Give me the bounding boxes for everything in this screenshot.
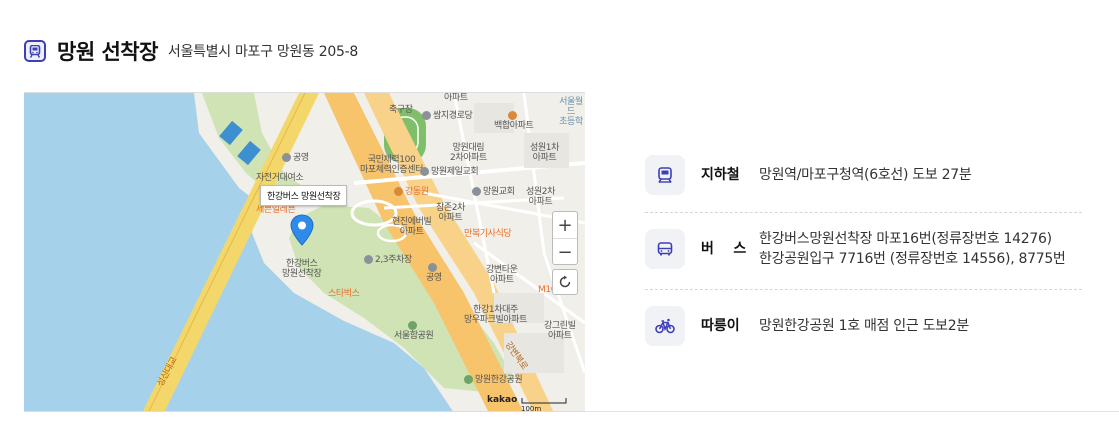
map-label: 성원2차 아파트 <box>526 187 555 207</box>
map-label: 서울함공원 <box>394 321 434 341</box>
address-text: 서울특별시 마포구 망원동 205-8 <box>167 44 358 60</box>
map-label: 한강1차대주 망우파크빌아파트 <box>464 305 528 325</box>
map-label: 한강버스 망원선착장 <box>282 259 322 279</box>
map-label: 망원한강공원 <box>464 375 523 385</box>
transport-label: 따릉이 <box>701 318 740 334</box>
map-label: 축구장 <box>389 105 413 115</box>
map-label: 서울월드 초등학 <box>559 97 583 127</box>
map-scale: 100m <box>521 397 585 412</box>
map-label: 만복기사식당 <box>464 229 512 239</box>
map-label: 강그린빌 아파트 <box>544 321 576 341</box>
map-label: 쌈지경로당 <box>422 111 473 121</box>
parking-icon <box>364 255 373 264</box>
map-label: 공영 <box>282 153 309 163</box>
transport-line: 망원한강공원 1호 매점 인근 도보2분 <box>759 318 969 334</box>
map-marker-icon[interactable] <box>290 214 314 250</box>
zoom-in-button[interactable]: + <box>553 212 577 238</box>
transport-value: 망원한강공원 1호 매점 인근 도보2분 <box>759 316 969 336</box>
map-label: 현진에버빌 아파트 <box>392 217 432 237</box>
park-icon <box>408 321 418 330</box>
page-title: 망원 선착장 <box>57 40 158 64</box>
transport-line: 한강공원입구 7716번 (정류장번호 14556), 8775번 <box>759 251 1066 267</box>
map-label: 성원1차 아파트 <box>530 143 559 163</box>
map-label: 백합아파트 <box>494 111 534 131</box>
map-label: 스타벅스 <box>328 289 360 299</box>
transport-value: 한강버스망원선착장 마포16번(정류장번호 14276) 한강공원입구 7716… <box>759 229 1066 269</box>
map-label: 공영 <box>426 263 442 283</box>
train-icon <box>24 40 46 62</box>
subway-icon <box>645 155 685 195</box>
transport-line: 한강버스망원선착장 마포16번(정류장번호 14276) <box>759 231 1052 247</box>
section-divider <box>585 411 1119 412</box>
poi-icon <box>394 187 403 196</box>
map-label: 강동원 <box>394 187 429 197</box>
page-header: 망원 선착장 서울특별시 마포구 망원동 205-8 <box>24 36 358 66</box>
transport-row-bicycle: 따릉이 망원한강공원 1호 매점 인근 도보2분 <box>645 306 969 346</box>
map-label: 망원교회 <box>472 187 515 197</box>
refresh-icon <box>559 275 571 288</box>
map-attribution: kakao <box>487 395 518 405</box>
church-icon <box>472 187 481 196</box>
transport-label: 지하철 <box>701 167 740 183</box>
map-label: 자전거대여소 <box>256 173 304 183</box>
transport-line: 망원역/마포구청역(6호선) 도보 27분 <box>759 167 972 183</box>
bus-icon <box>645 229 685 269</box>
map-label: 2,3주차장 <box>364 255 412 265</box>
reset-map-button[interactable] <box>552 269 578 295</box>
parking-icon <box>428 263 438 272</box>
transport-row-bus: 버 스 한강버스망원선착장 마포16번(정류장번호 14276) 한강공원입구 … <box>645 229 1066 269</box>
map-view[interactable]: 축구장 쌈지경로당 아파트 백합아파트 서울월드 초등학 망원대림 2차아파트 … <box>24 92 585 412</box>
parking-icon <box>282 153 291 162</box>
map-label: 국민체력100 마포체력인증센터 <box>360 155 424 175</box>
map-label: 참존2차 아파트 <box>436 203 465 223</box>
divider <box>645 212 1082 213</box>
poi-icon <box>422 111 431 120</box>
park-icon <box>464 375 473 384</box>
zoom-control: + − <box>552 211 578 265</box>
map-label: 망원대림 2차아파트 <box>450 143 487 163</box>
zoom-out-button[interactable]: − <box>553 239 577 265</box>
scale-bar-icon <box>521 398 567 404</box>
transport-row-subway: 지하철 망원역/마포구청역(6호선) 도보 27분 <box>645 155 972 195</box>
poi-icon <box>508 111 518 120</box>
transport-label: 버 스 <box>701 241 747 257</box>
church-icon <box>420 167 429 176</box>
map-scale-label: 100m <box>521 405 542 412</box>
transport-value: 망원역/마포구청역(6호선) 도보 27분 <box>759 165 972 185</box>
map-marker-tooltip[interactable]: 한강버스 망원선착장 <box>260 185 348 206</box>
divider <box>645 289 1082 290</box>
map-label: 강변타운 아파트 <box>486 265 518 285</box>
bicycle-icon <box>645 306 685 346</box>
map-base <box>24 93 585 411</box>
map-label: 망원제일교회 <box>420 167 479 177</box>
map-label: 아파트 <box>444 93 468 103</box>
